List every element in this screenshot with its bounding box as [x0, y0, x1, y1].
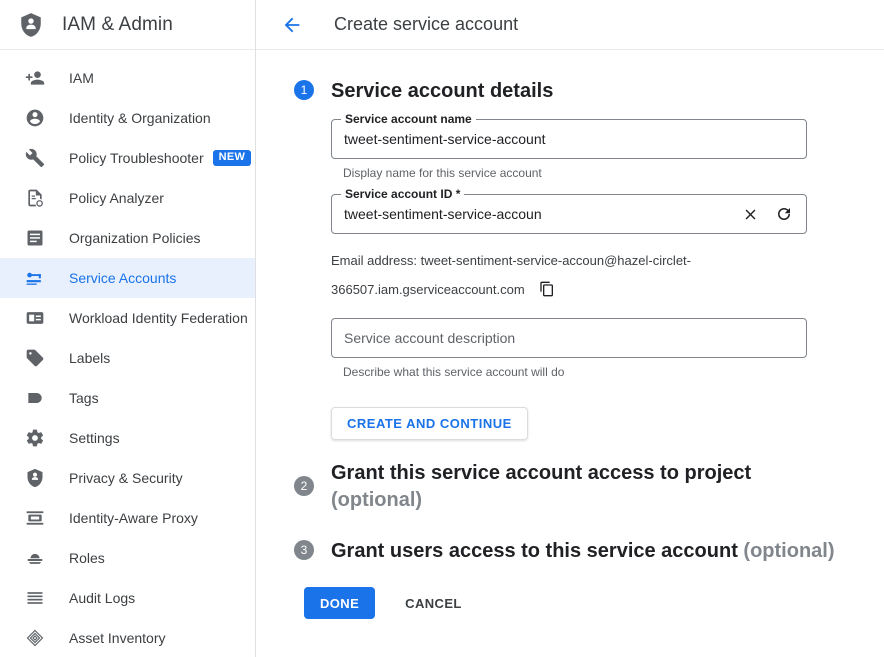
service-account-id-field[interactable]: Service account ID * — [331, 188, 807, 234]
page-title: Create service account — [334, 14, 519, 34]
sidebar-item-roles[interactable]: Roles — [0, 538, 255, 578]
sidebar-item-label: Roles — [69, 550, 105, 566]
refresh-icon[interactable] — [774, 204, 794, 224]
step-3-body[interactable]: Grant users access to this service accou… — [328, 540, 884, 565]
email-address-line: Email address: tweet-sentiment-service-a… — [331, 246, 811, 304]
main-panel: Create service account 1 Service account… — [256, 0, 884, 657]
step-1-number: 1 — [294, 80, 314, 100]
sidebar-item-workload-identity-federation[interactable]: Workload Identity Federation — [0, 298, 255, 338]
shield-person-icon — [16, 10, 46, 40]
service-account-description-hint: Describe what this service account will … — [343, 365, 565, 379]
status-badge-new: NEW — [212, 150, 252, 166]
bookmark-tag-icon — [24, 387, 46, 409]
step-3-optional: (optional) — [743, 540, 835, 562]
service-account-description-field-wrap: Describe what this service account will … — [331, 318, 884, 379]
sidebar-item-label: Tags — [69, 390, 99, 406]
sidebar-item-label: Labels — [69, 350, 111, 366]
service-account-description-field[interactable] — [331, 318, 807, 358]
sidebar-item-label: Identity-Aware Proxy — [69, 510, 198, 526]
page-header: Create service account — [256, 0, 884, 50]
step-1-marker: 1 — [280, 80, 328, 100]
sidebar: IAM & Admin IAM Identity & Organization — [0, 0, 256, 657]
sidebar-header: IAM & Admin — [0, 0, 255, 50]
person-add-icon — [24, 67, 46, 89]
sidebar-item-policy-troubleshooter[interactable]: Policy Troubleshooter NEW — [0, 138, 255, 178]
step-2-marker: 2 — [280, 462, 328, 496]
arrow-back-icon[interactable] — [280, 13, 304, 37]
service-account-name-field-wrap: Service account name Display name for th… — [331, 113, 884, 180]
sidebar-item-tags[interactable]: Tags — [0, 378, 255, 418]
done-button[interactable]: DONE — [304, 587, 376, 619]
sidebar-item-asset-inventory[interactable]: Asset Inventory — [0, 618, 255, 657]
sidebar-item-label: Policy Analyzer — [69, 190, 164, 206]
service-account-name-input[interactable] — [344, 131, 794, 147]
id-card-icon — [24, 307, 46, 329]
sidebar-item-label: Identity & Organization — [69, 110, 211, 126]
step-2-heading: Grant this service account access to pro… — [331, 460, 884, 514]
lines-icon — [24, 587, 46, 609]
step-3-marker: 3 — [280, 540, 328, 560]
roles-hat-icon — [24, 547, 46, 569]
sidebar-item-label: Privacy & Security — [69, 470, 183, 486]
sidebar-item-service-accounts[interactable]: Service Accounts — [0, 258, 255, 298]
sidebar-item-identity-aware-proxy[interactable]: Identity-Aware Proxy — [0, 498, 255, 538]
key-card-icon — [24, 267, 46, 289]
create-and-continue-button[interactable]: CREATE AND CONTINUE — [331, 407, 528, 440]
step-2-number: 2 — [294, 476, 314, 496]
wrench-icon — [24, 147, 46, 169]
step-2-body[interactable]: Grant this service account access to pro… — [328, 462, 884, 514]
sidebar-item-label: Workload Identity Federation — [69, 310, 248, 326]
service-account-id-field-wrap: Service account ID * — [331, 188, 884, 234]
step-3-number: 3 — [294, 540, 314, 560]
service-account-id-actions — [734, 204, 794, 224]
account-circle-icon — [24, 107, 46, 129]
sidebar-item-label: Asset Inventory — [69, 630, 166, 646]
step-1-body: Service account details Service account … — [328, 80, 884, 440]
brand-title: IAM & Admin — [62, 13, 173, 35]
step-1-heading: Service account details — [331, 80, 554, 102]
step-2-title: Grant this service account access to pro… — [331, 462, 752, 484]
wizard-step-2: 2 Grant this service account access to p… — [280, 462, 884, 540]
list-document-icon — [24, 227, 46, 249]
wizard-step-3: 3 Grant users access to this service acc… — [280, 540, 884, 565]
diamonds-icon — [24, 627, 46, 649]
sidebar-item-label: Settings — [69, 430, 120, 446]
sidebar-item-iam[interactable]: IAM — [0, 58, 255, 98]
sidebar-item-organization-policies[interactable]: Organization Policies — [0, 218, 255, 258]
email-address-text: Email address: tweet-sentiment-service-a… — [331, 253, 691, 297]
sidebar-nav: IAM Identity & Organization Policy Troub… — [0, 50, 255, 657]
sidebar-item-label: Organization Policies — [69, 230, 201, 246]
sidebar-item-label: Service Accounts — [69, 270, 177, 286]
sidebar-item-label: IAM — [69, 70, 94, 86]
service-account-description-input[interactable] — [344, 330, 794, 346]
step-3-heading: Grant users access to this service accou… — [331, 538, 884, 565]
step-2-optional: (optional) — [331, 489, 423, 511]
service-account-name-hint: Display name for this service account — [343, 166, 542, 180]
sidebar-item-identity-organization[interactable]: Identity & Organization — [0, 98, 255, 138]
step-3-title: Grant users access to this service accou… — [331, 540, 738, 562]
wizard-content: 1 Service account details Service accoun… — [256, 50, 884, 619]
tag-icon — [24, 347, 46, 369]
sidebar-item-policy-analyzer[interactable]: Policy Analyzer — [0, 178, 255, 218]
document-analyze-icon — [24, 187, 46, 209]
copy-icon[interactable] — [539, 281, 555, 297]
close-icon[interactable] — [740, 204, 760, 224]
sidebar-item-label: Audit Logs — [69, 590, 136, 606]
wizard-step-1: 1 Service account details Service accoun… — [280, 80, 884, 462]
sidebar-item-privacy-security[interactable]: Privacy & Security — [0, 458, 255, 498]
sidebar-item-label: Policy Troubleshooter — [69, 150, 204, 166]
service-account-id-input[interactable] — [344, 206, 734, 222]
app-root: IAM & Admin IAM Identity & Organization — [0, 0, 884, 657]
service-account-name-label: Service account name — [341, 113, 476, 125]
footer-actions: DONE CANCEL — [304, 587, 884, 619]
proxy-icon — [24, 507, 46, 529]
service-account-id-label: Service account ID * — [341, 188, 465, 200]
gear-icon — [24, 427, 46, 449]
sidebar-item-labels[interactable]: Labels — [0, 338, 255, 378]
cancel-button[interactable]: CANCEL — [393, 587, 474, 619]
shield-icon — [24, 467, 46, 489]
sidebar-item-audit-logs[interactable]: Audit Logs — [0, 578, 255, 618]
service-account-name-field[interactable]: Service account name — [331, 113, 807, 159]
sidebar-item-settings[interactable]: Settings — [0, 418, 255, 458]
